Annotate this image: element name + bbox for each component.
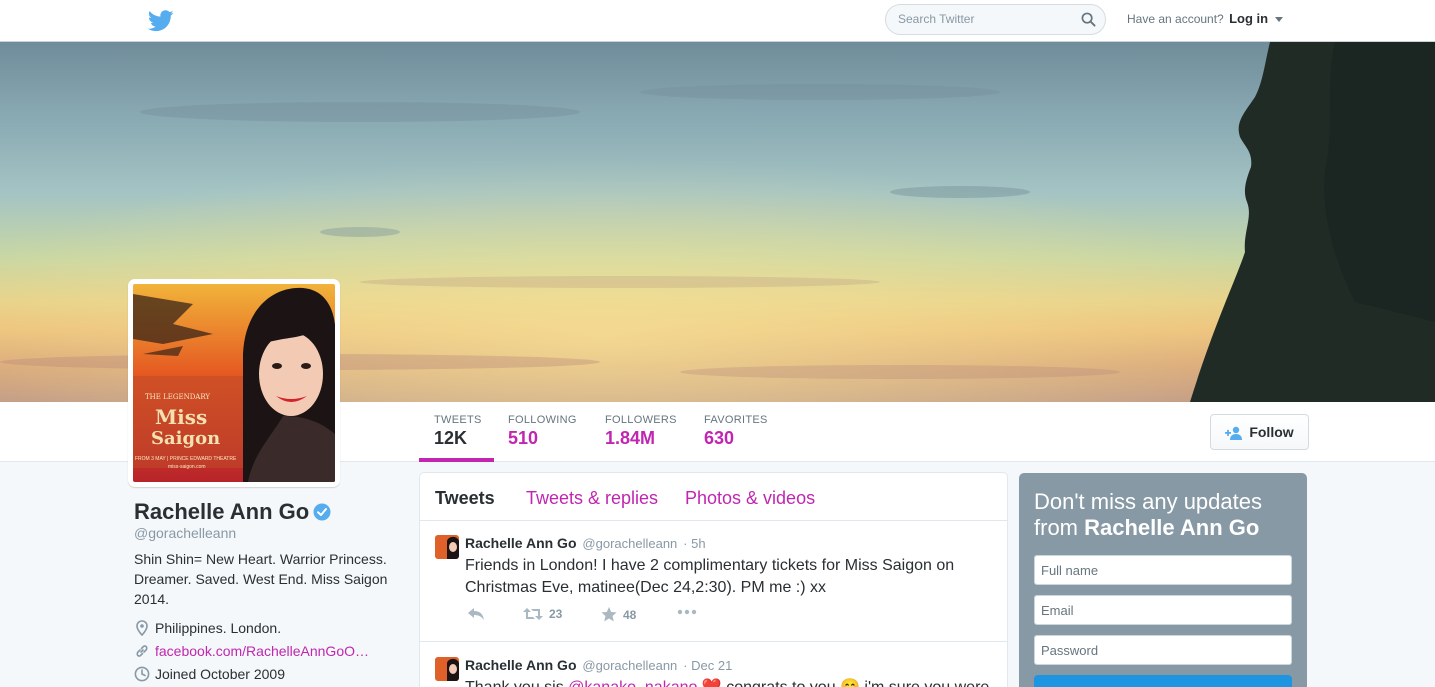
- follow-label: Follow: [1249, 423, 1294, 440]
- tweet-header: Rachelle Ann Go @gorachelleann · Dec 21: [465, 657, 732, 673]
- stat-value: 510: [508, 428, 539, 448]
- more-dots-icon: [677, 609, 697, 615]
- stat-label: FOLLOWERS: [605, 414, 677, 426]
- poster-title: Miss: [155, 405, 207, 429]
- tweet[interactable]: Rachelle Ann Go @gorachelleann · 5h Frie…: [420, 521, 1007, 642]
- stat-followers[interactable]: FOLLOWERS 1.84M: [590, 414, 692, 462]
- signup-title: Don't miss any updates from Rachelle Ann…: [1034, 489, 1294, 541]
- tweet-text: Friends in London! I have 2 complimentar…: [465, 557, 955, 596]
- tweet-avatar-image: [435, 657, 459, 681]
- stat-tweets[interactable]: TWEETS 12K: [419, 414, 494, 462]
- tweet-author-handle[interactable]: @gorachelleann: [582, 536, 677, 551]
- tweet-avatar[interactable]: [435, 535, 459, 559]
- poster-text: FROM 3 MAY | PRINCE EDWARD THEATRE: [135, 456, 237, 462]
- reply-button[interactable]: [467, 607, 485, 621]
- account-area: Have an account? Log in: [1127, 11, 1284, 26]
- profile-joined: Joined October 2009: [134, 666, 285, 682]
- favorite-button[interactable]: 48: [601, 607, 636, 622]
- tab-tweets[interactable]: Tweets: [435, 488, 495, 509]
- tweet-text-part: ❤️ congrats to you 😊 i'm sure you were: [697, 679, 989, 687]
- location-pin-icon: [136, 620, 148, 636]
- stat-label: TWEETS: [434, 414, 482, 426]
- retweet-button[interactable]: 23: [523, 607, 562, 621]
- tweet-author-name[interactable]: Rachelle Ann Go: [465, 535, 577, 551]
- joined-text: Joined October 2009: [155, 666, 285, 682]
- retweet-count: 23: [549, 607, 563, 621]
- full-name-field[interactable]: [1034, 555, 1292, 585]
- tweet-text: Thank you sis @kanako_nakano ❤️ congrats…: [465, 677, 989, 687]
- stat-following[interactable]: FOLLOWING 510: [493, 414, 592, 462]
- tweet-avatar-image: [435, 535, 459, 559]
- twitter-bird-icon[interactable]: [148, 10, 174, 32]
- login-link[interactable]: Log in: [1229, 11, 1268, 26]
- stat-value: 1.84M: [605, 428, 656, 448]
- chevron-down-icon[interactable]: [1275, 17, 1284, 23]
- tweet-author-handle[interactable]: @gorachelleann: [582, 658, 677, 673]
- stat-value: 630: [704, 428, 735, 448]
- favorite-count: 48: [623, 607, 637, 622]
- website-link[interactable]: facebook.com/RachelleAnnGoO…: [155, 643, 369, 659]
- profile-name[interactable]: Rachelle Ann Go: [134, 499, 309, 525]
- signup-button[interactable]: [1034, 675, 1292, 687]
- star-icon: [601, 607, 617, 622]
- search-box: [885, 4, 1106, 35]
- search-icon[interactable]: [1081, 12, 1096, 27]
- poster-text: THE LEGENDARY: [145, 393, 210, 401]
- silhouette-image: [1190, 42, 1435, 402]
- stat-label: FAVORITES: [704, 414, 768, 426]
- tweet-avatar[interactable]: [435, 657, 459, 681]
- add-user-icon: [1225, 426, 1243, 441]
- timeline-tabs: Tweets Tweets & replies Photos & videos: [420, 473, 1007, 521]
- avatar-image: THE LEGENDARY Miss Saigon FROM 3 MAY | P…: [133, 284, 335, 482]
- signup-title-name: Rachelle Ann Go: [1084, 515, 1260, 540]
- tab-photos-videos[interactable]: Photos & videos: [685, 488, 815, 509]
- more-button[interactable]: [677, 609, 697, 615]
- top-nav: Have an account? Log in: [0, 0, 1435, 42]
- signup-card: Don't miss any updates from Rachelle Ann…: [1019, 473, 1307, 687]
- reply-icon: [468, 608, 484, 620]
- stat-label: FOLLOWING: [508, 414, 577, 426]
- tab-tweets-replies[interactable]: Tweets & replies: [526, 488, 658, 509]
- timeline: Tweets Tweets & replies Photos & videos …: [419, 472, 1008, 687]
- search-input[interactable]: [898, 12, 1068, 26]
- tweet-timestamp[interactable]: · Dec 21: [683, 658, 732, 673]
- stat-favorites[interactable]: FAVORITES 630: [689, 414, 783, 462]
- verified-badge-icon: [313, 503, 331, 521]
- profile-website: facebook.com/RachelleAnnGoO…: [134, 643, 369, 659]
- email-field[interactable]: [1034, 595, 1292, 625]
- profile-handle[interactable]: @gorachelleann: [134, 525, 236, 541]
- profile-location: Philippines. London.: [134, 620, 281, 636]
- tweet-header: Rachelle Ann Go @gorachelleann · 5h: [465, 535, 706, 551]
- tweet-author-name[interactable]: Rachelle Ann Go: [465, 657, 577, 673]
- profile-avatar[interactable]: THE LEGENDARY Miss Saigon FROM 3 MAY | P…: [128, 279, 340, 487]
- tweet-mention-link[interactable]: @kanako_nakano: [568, 679, 697, 687]
- clock-icon: [134, 666, 150, 682]
- tweet-timestamp[interactable]: · 5h: [683, 536, 705, 551]
- password-field[interactable]: [1034, 635, 1292, 665]
- link-icon: [136, 645, 148, 657]
- tweet[interactable]: Rachelle Ann Go @gorachelleann · Dec 21 …: [420, 643, 1007, 687]
- profile-bio: Shin Shin= New Heart. Warrior Princess. …: [134, 551, 388, 607]
- stat-value: 12K: [434, 428, 468, 448]
- retweet-icon: [523, 608, 543, 620]
- location-text: Philippines. London.: [155, 620, 282, 636]
- tweet-text-part: Thank you sis: [465, 679, 568, 687]
- poster-text: miss-saigon.com: [168, 464, 206, 470]
- follow-button[interactable]: Follow: [1210, 414, 1309, 450]
- have-account-text: Have an account?: [1127, 12, 1224, 26]
- poster-title: Saigon: [151, 428, 220, 449]
